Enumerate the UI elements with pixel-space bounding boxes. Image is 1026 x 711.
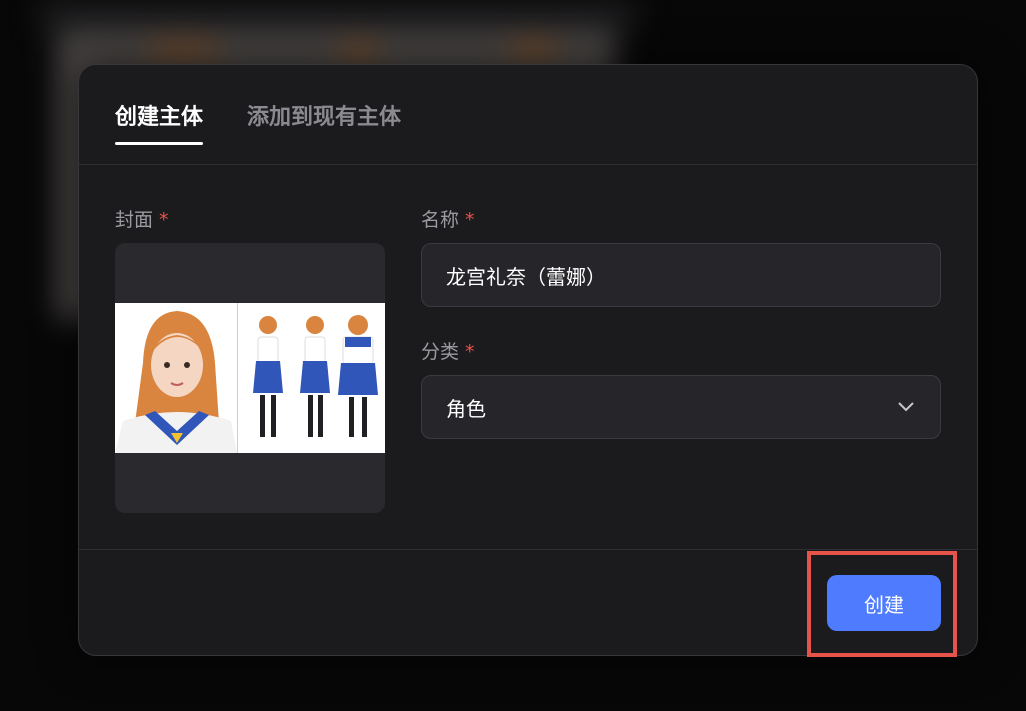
required-mark: * (159, 209, 169, 231)
name-label: 名称 * (421, 205, 475, 232)
name-input-value: 龙宫礼奈（蕾娜） (446, 264, 606, 289)
tab-add-to-existing-subject[interactable]: 添加到现有主体 (247, 99, 401, 145)
chevron-down-icon (896, 397, 916, 417)
category-select-value: 角色 (446, 396, 486, 421)
category-select[interactable]: 角色 (421, 375, 941, 439)
name-input[interactable]: 龙宫礼奈（蕾娜） (421, 243, 941, 307)
create-button[interactable]: 创建 (827, 575, 941, 631)
required-mark: * (465, 209, 475, 231)
background-toolbar (38, 0, 638, 30)
image-divider (237, 303, 238, 453)
required-mark: * (465, 341, 475, 363)
background-element (508, 42, 558, 60)
cover-label: 封面 * (115, 205, 169, 232)
dialog-footer-divider (79, 549, 977, 550)
background-element (148, 42, 218, 60)
category-label: 分类 * (421, 337, 475, 364)
cover-label-text: 封面 (115, 209, 154, 231)
cover-image (115, 303, 385, 453)
dialog-tabs: 创建主体 添加到现有主体 (79, 65, 977, 165)
tab-create-subject[interactable]: 创建主体 (115, 99, 204, 145)
background-element (338, 42, 378, 60)
create-subject-dialog: 创建主体 添加到现有主体 封面 * 名称 * 龙宫礼奈（蕾娜） 分类 * 角色 … (78, 64, 978, 656)
character-portrait-icon (115, 303, 385, 453)
category-label-text: 分类 (421, 341, 460, 363)
cover-upload[interactable] (115, 243, 385, 513)
name-label-text: 名称 (421, 209, 460, 231)
screen: 创建主体 添加到现有主体 封面 * 名称 * 龙宫礼奈（蕾娜） 分类 * 角色 … (0, 0, 1026, 711)
